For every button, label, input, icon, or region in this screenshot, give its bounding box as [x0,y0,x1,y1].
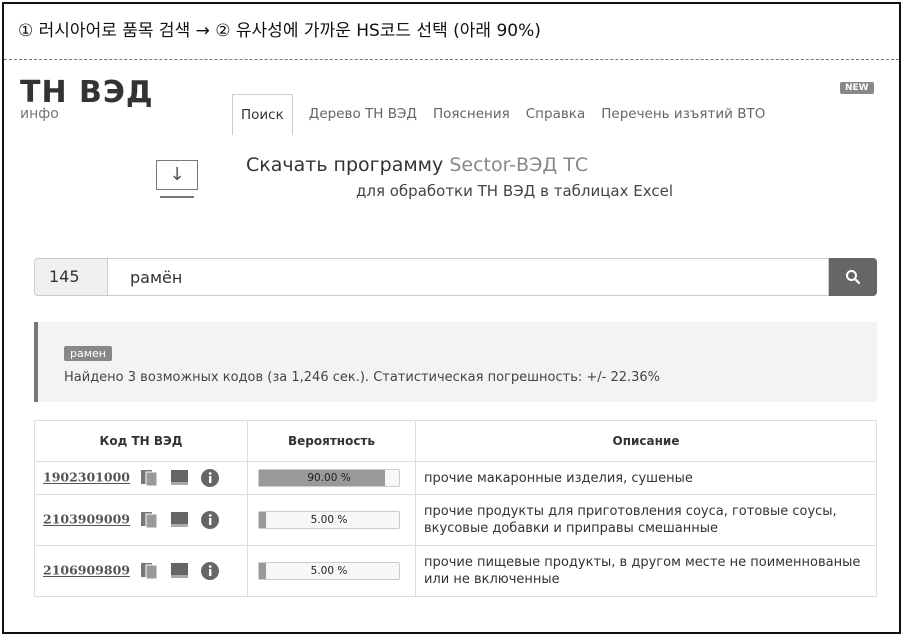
search-input[interactable] [108,258,829,296]
probability-label: 5.00 % [310,514,348,526]
table-row: 1902301000 90.00 % прочие макаронные изд… [34,461,877,495]
tab-wto-exemptions[interactable]: Перечень изъятий ВТО [601,94,765,134]
promo-product-name: Sector-ВЭД ТС [449,154,589,176]
code-cell: 1902301000 [34,461,248,495]
search-bar: 145 [34,258,877,296]
probability-bar: 90.00 % [258,469,400,487]
search-icon [846,270,861,285]
description-cell: прочие продукты для приготовления соуса,… [415,494,877,546]
book-icon[interactable] [170,511,190,529]
query-tag: рамен [64,346,112,361]
table-header-row: Код ТН ВЭД Вероятность Описание [34,420,877,462]
code-cell: 2106909809 [34,545,248,597]
tab-search[interactable]: Поиск [232,94,293,135]
logo-main-text: ТН ВЭД [20,75,154,110]
table-row: 2106909809 5.00 % прочие пищевые продукт… [34,545,877,597]
copy-icon[interactable] [140,562,160,580]
probability-cell: 5.00 % [247,494,416,546]
info-icon[interactable] [200,510,220,530]
probability-bar: 5.00 % [258,511,400,529]
description-cell: прочие пищевые продукты, в другом месте … [415,545,877,597]
site-logo[interactable]: ТН ВЭД инфо [20,75,154,123]
promo-title-prefix: Скачать программу [246,154,450,176]
search-button[interactable] [829,258,877,296]
tab-notes[interactable]: Пояснения [433,94,510,134]
book-icon[interactable] [170,469,190,487]
promo-title[interactable]: Скачать программу Sector-ВЭД ТС [246,154,588,176]
promo-subtitle: для обработки ТН ВЭД в таблицах Excel [356,182,673,200]
tab-help[interactable]: Справка [526,94,585,134]
main-nav: Поиск Дерево ТН ВЭД Пояснения Справка Пе… [232,94,781,135]
results-table: Код ТН ВЭД Вероятность Описание 19023010… [34,420,877,597]
probability-label: 5.00 % [310,565,348,577]
probability-bar: 5.00 % [258,562,400,580]
probability-cell: 5.00 % [247,545,416,597]
header-code[interactable]: Код ТН ВЭД [34,420,248,462]
info-icon[interactable] [200,468,220,488]
book-icon[interactable] [170,562,190,580]
new-badge: NEW [840,82,874,94]
caption: ① 러시아어로 품목 검색 → ② 유사성에 가까운 HS코드 선택 (아래 9… [4,4,899,60]
table-row: 2103909009 5.00 % прочие продукты для пр… [34,494,877,546]
info-icon[interactable] [200,561,220,581]
monitor-stand-icon [160,196,194,198]
description-cell: прочие макаронные изделия, сушеные [415,461,877,495]
download-promo[interactable]: ↓ Скачать программу Sector-ВЭД ТС для об… [150,152,770,222]
copy-icon[interactable] [140,511,160,529]
search-code-prefix[interactable]: 145 [34,258,108,296]
search-result-summary: рамен Найдено 3 возможных кодов (за 1,24… [34,322,877,402]
code-link[interactable]: 1902301000 [43,470,130,485]
code-link[interactable]: 2106909809 [43,563,130,578]
probability-cell: 90.00 % [247,461,416,495]
copy-icon[interactable] [140,469,160,487]
probability-label: 90.00 % [307,472,351,484]
header-description[interactable]: Описание [415,420,877,462]
download-icon: ↓ [156,160,198,190]
tab-tree[interactable]: Дерево ТН ВЭД [309,94,417,134]
header-probability[interactable]: Вероятность [247,420,416,462]
result-summary-text: Найдено 3 возможных кодов (за 1,246 сек.… [64,370,661,385]
code-link[interactable]: 2103909009 [43,512,130,527]
code-cell: 2103909009 [34,494,248,546]
